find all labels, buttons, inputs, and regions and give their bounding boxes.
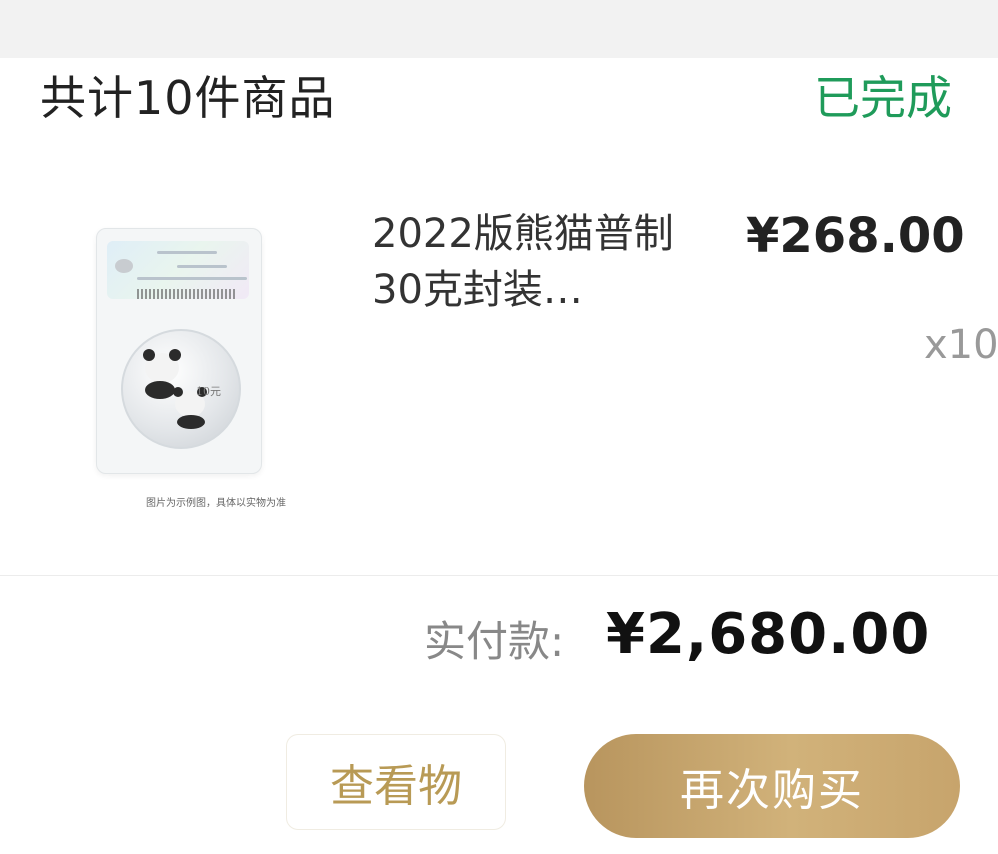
barcode-icon	[137, 289, 237, 299]
image-caption: 图片为示例图，具体以实物为准	[146, 498, 286, 509]
panda-body	[177, 415, 205, 429]
order-status: 已完成	[814, 71, 952, 125]
paid-amount-value: ¥2,680.00	[606, 602, 931, 667]
item-count-label: 共计10件商品	[40, 71, 336, 125]
unit-price: ¥268.00	[746, 208, 965, 264]
view-logistics-button[interactable]: 查看物	[286, 734, 506, 830]
divider	[0, 575, 998, 576]
product-title[interactable]: 2022版熊猫普制30克封装…	[372, 206, 722, 318]
issuer-logo-icon	[115, 259, 133, 273]
label-line	[157, 251, 217, 254]
label-line	[177, 265, 227, 268]
panda-coin-icon: 10元	[121, 329, 241, 449]
panda-ear	[143, 349, 155, 361]
panda-ear	[169, 349, 181, 361]
panda-ear	[173, 387, 183, 397]
panda-body	[145, 381, 175, 399]
coin-denomination: 10元	[196, 385, 221, 398]
product-image[interactable]: 10元	[96, 228, 262, 474]
product-quantity: x10	[924, 322, 998, 368]
top-strip	[0, 0, 998, 58]
buy-again-button[interactable]: 再次购买	[584, 734, 960, 838]
paid-amount-label: 实付款:	[424, 617, 565, 666]
label-line	[137, 277, 247, 280]
